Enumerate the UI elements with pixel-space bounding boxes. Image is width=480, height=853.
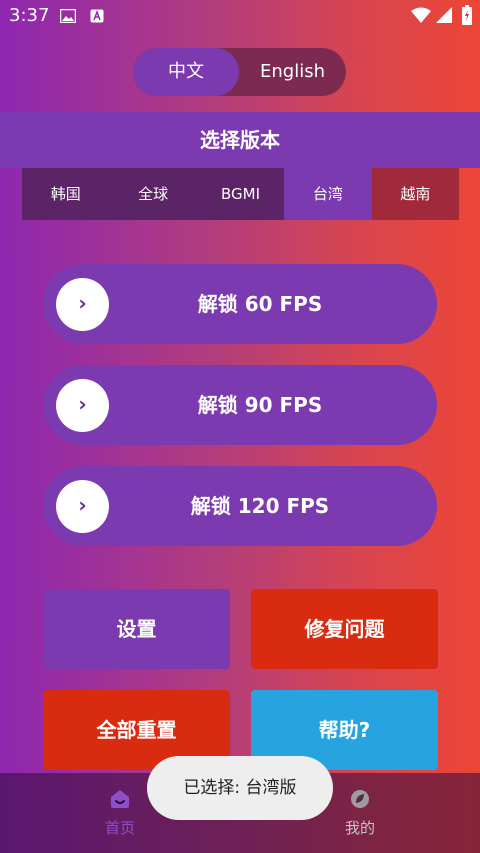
wifi-icon (411, 7, 431, 23)
language-english-option[interactable]: English (239, 48, 346, 96)
status-time: 3:37 (9, 5, 50, 26)
language-chinese-option[interactable]: 中文 (133, 48, 239, 96)
tab-global[interactable]: 全球 (109, 168, 196, 220)
chevron-right-icon: › (56, 480, 109, 533)
tab-bgmi[interactable]: BGMI (197, 168, 284, 220)
unlock-60fps-button[interactable]: › 解锁 60 FPS (43, 264, 437, 344)
unlock-60fps-label: 解锁 60 FPS (197, 292, 323, 316)
toast-message: 已选择: 台湾版 (147, 756, 333, 820)
status-bar: 3:37 (0, 0, 480, 32)
unlock-90fps-label: 解锁 90 FPS (197, 393, 323, 417)
leaf-icon (351, 790, 369, 808)
tab-korea[interactable]: 韩国 (22, 168, 109, 220)
language-toggle: 中文 English (133, 48, 346, 96)
title-bar: 选择版本 (0, 112, 480, 168)
chevron-right-icon: › (56, 379, 109, 432)
image-notification-icon (60, 9, 76, 23)
app-notification-icon (90, 9, 104, 23)
chevron-right-icon: › (56, 278, 109, 331)
nav-mine-label: 我的 (344, 819, 375, 837)
battery-icon (462, 5, 472, 25)
unlock-90fps-button[interactable]: › 解锁 90 FPS (43, 365, 437, 445)
unlock-120fps-label: 解锁 120 FPS (190, 494, 330, 518)
page-title: 选择版本 (200, 128, 280, 152)
home-icon (111, 790, 129, 808)
nav-home-label: 首页 (104, 819, 135, 837)
tab-vietnam[interactable]: 越南 (371, 168, 460, 220)
tab-taiwan[interactable]: 台湾 (284, 168, 372, 220)
settings-button[interactable]: 设置 (43, 589, 230, 669)
fix-issues-button[interactable]: 修复问题 (251, 589, 438, 669)
version-tabs: 韩国 全球 BGMI 台湾 越南 (22, 168, 460, 220)
unlock-120fps-button[interactable]: › 解锁 120 FPS (43, 466, 437, 546)
signal-icon (436, 7, 452, 23)
